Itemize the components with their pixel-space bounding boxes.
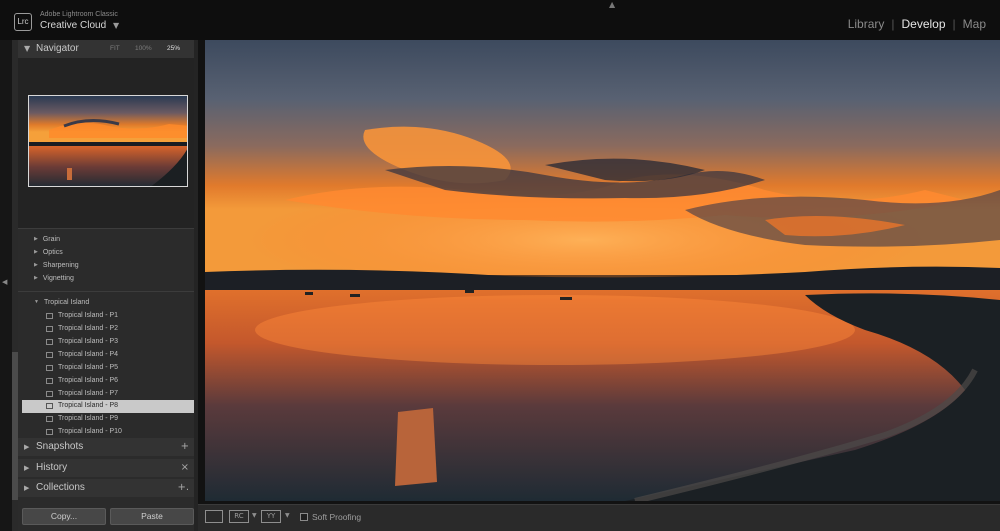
expand-triangle-icon: ▶: [34, 236, 38, 242]
sunset-photo: [205, 40, 1000, 501]
preset-item-selected[interactable]: Tropical Island - P8: [22, 400, 194, 413]
identity-plate[interactable]: Creative Cloud: [40, 20, 106, 31]
add-snapshot-icon[interactable]: +: [181, 441, 189, 452]
add-collection-icon[interactable]: +.: [177, 482, 189, 493]
module-separator: |: [952, 17, 956, 31]
preset-icon: [46, 391, 53, 397]
section-optics[interactable]: ▶ Optics: [34, 249, 63, 256]
before-after-icon[interactable]: RC: [229, 510, 249, 523]
preset-icon: [46, 326, 53, 332]
expand-triangle-icon: ▶: [34, 275, 38, 281]
thumbnail-image: [29, 96, 187, 186]
module-separator: |: [891, 17, 895, 31]
history-panel-header[interactable]: ▶ History ×: [18, 459, 194, 477]
expand-triangle-icon: ▶: [34, 249, 38, 255]
zoom-fit[interactable]: FIT: [110, 45, 120, 52]
preset-icon: [46, 313, 53, 319]
preset-item[interactable]: Tropical Island - P6: [22, 375, 194, 388]
navigator-title: Navigator: [36, 43, 79, 54]
identity-dropdown-icon[interactable]: ▼: [113, 21, 119, 30]
panel-divider: [18, 228, 194, 229]
zoom-25[interactable]: 25%: [167, 45, 180, 52]
top-panel-toggle-icon[interactable]: ▲: [609, 0, 615, 9]
preset-group-header[interactable]: ▼ Tropical Island: [34, 299, 89, 306]
section-vignetting[interactable]: ▶ Vignetting: [34, 275, 74, 282]
preset-icon: [46, 352, 53, 358]
paste-settings-button[interactable]: Paste: [110, 508, 194, 525]
expand-triangle-icon: ▶: [24, 443, 30, 451]
swap-before-after-icon[interactable]: YY: [261, 510, 281, 523]
panel-divider: [18, 291, 194, 292]
collapse-triangle-icon: ▼: [34, 299, 39, 305]
module-picker: Library | Develop | Map: [848, 17, 986, 31]
module-map[interactable]: Map: [963, 17, 986, 31]
zoom-100[interactable]: 100%: [135, 45, 152, 52]
preset-item[interactable]: Tropical Island - P3: [22, 336, 194, 349]
collapse-triangle-icon[interactable]: ▼: [24, 44, 30, 53]
preset-icon: [46, 429, 53, 435]
preset-item[interactable]: Tropical Island - P9: [22, 413, 194, 426]
navigator-thumbnail[interactable]: [28, 95, 188, 187]
left-panel-toggle-icon[interactable]: ◀: [2, 278, 7, 286]
soft-proofing-label: Soft Proofing: [312, 512, 362, 522]
swap-dropdown-icon[interactable]: ▼: [285, 512, 290, 519]
snapshots-panel-header[interactable]: ▶ Snapshots +: [18, 438, 194, 456]
main-photo[interactable]: [205, 40, 1000, 501]
copy-settings-button[interactable]: Copy...: [22, 508, 106, 525]
before-after-dropdown-icon[interactable]: ▼: [252, 512, 257, 519]
preset-item[interactable]: Tropical Island - P5: [22, 362, 194, 375]
lrc-logo: Lrc: [14, 13, 32, 31]
preset-icon: [46, 403, 53, 409]
module-develop[interactable]: Develop: [902, 17, 946, 31]
clear-history-icon[interactable]: ×: [181, 462, 189, 473]
preset-item[interactable]: Tropical Island - P4: [22, 349, 194, 362]
preset-item[interactable]: Tropical Island - P1: [22, 310, 194, 323]
module-library[interactable]: Library: [848, 17, 885, 31]
preset-icon: [46, 416, 53, 422]
brand-product-name: Adobe Lightroom Classic: [40, 11, 118, 18]
section-grain[interactable]: ▶ Grain: [34, 236, 60, 243]
preset-icon: [46, 378, 53, 384]
preset-item[interactable]: Tropical Island - P2: [22, 323, 194, 336]
preset-icon: [46, 339, 53, 345]
expand-triangle-icon: ▶: [34, 262, 38, 268]
collections-panel-header[interactable]: ▶ Collections +.: [18, 479, 194, 497]
loupe-view-icon[interactable]: [205, 510, 223, 523]
soft-proofing-checkbox[interactable]: [300, 513, 308, 521]
section-sharpening[interactable]: ▶ Sharpening: [34, 262, 79, 269]
preset-icon: [46, 365, 53, 371]
expand-triangle-icon: ▶: [24, 484, 30, 492]
expand-triangle-icon: ▶: [24, 464, 30, 472]
